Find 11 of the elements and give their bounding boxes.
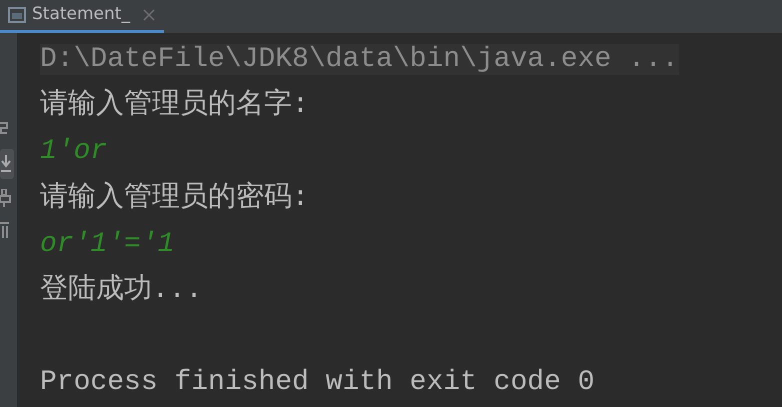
- trash-icon[interactable]: [0, 221, 10, 239]
- scroll-to-end-icon[interactable]: [0, 149, 14, 179]
- console-output: 请输入管理员的密码:: [40, 182, 309, 214]
- console-icon: [8, 7, 26, 23]
- printer-icon[interactable]: [0, 189, 12, 207]
- typed-input-text: or'1'='1: [40, 228, 174, 260]
- console-output: Process finished with exit code 0: [40, 367, 594, 398]
- close-icon[interactable]: [142, 8, 156, 22]
- typed-input-text: 1'or: [40, 136, 108, 168]
- console-output: 登陆成功...: [40, 274, 202, 306]
- console-output: 请输入管理员的名字:: [40, 90, 309, 122]
